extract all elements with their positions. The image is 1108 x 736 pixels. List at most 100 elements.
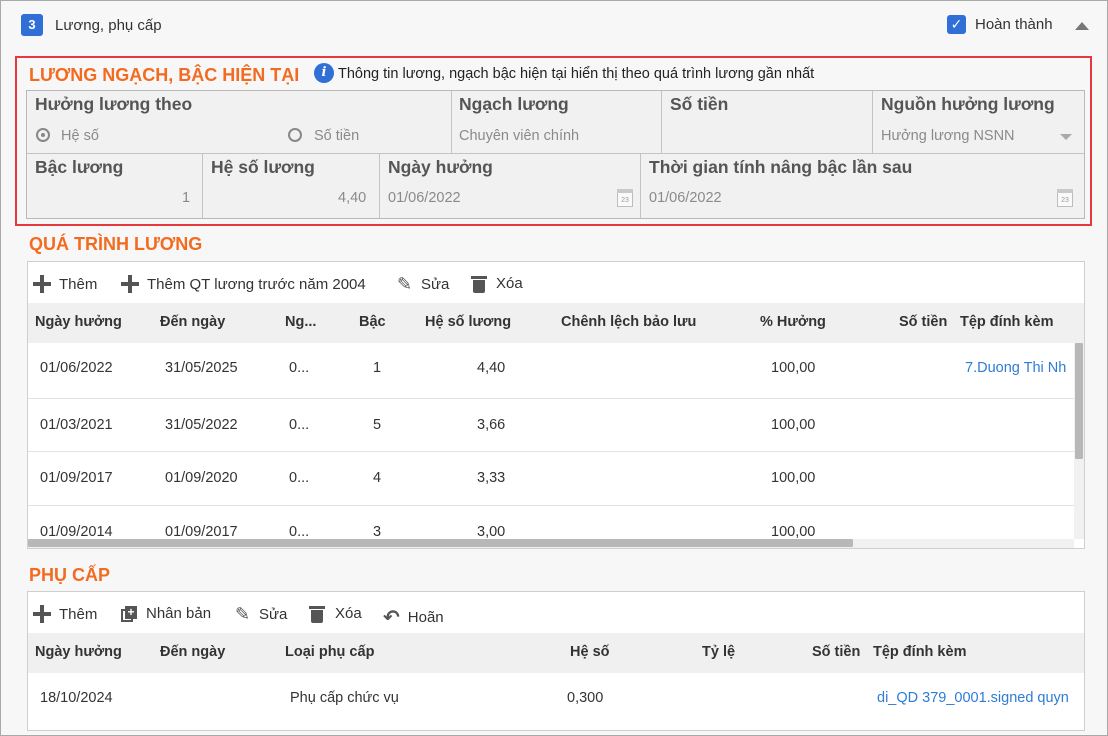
process-add-before-label: Thêm QT lương trước năm 2004 — [147, 275, 366, 293]
process-edit-button[interactable]: ✎ Sửa — [397, 275, 449, 293]
cell: 100,00 — [771, 524, 816, 539]
cell: Phụ cấp chức vụ — [290, 690, 399, 706]
radio-coefficient-label: Hệ số — [61, 128, 99, 144]
col-header[interactable]: Chênh lệch bảo lưu — [561, 314, 696, 330]
radio-amount[interactable] — [288, 128, 302, 142]
coef-field[interactable]: 4,40 — [338, 190, 366, 206]
col-header[interactable]: % Hưởng — [760, 314, 826, 330]
allowance-duplicate-button[interactable]: + Nhân bản — [121, 605, 211, 622]
cell: 01/09/2020 — [165, 470, 238, 486]
col-header[interactable]: Số tiền — [812, 644, 860, 660]
allowance-edit-button[interactable]: ✎ Sửa — [235, 605, 287, 623]
cell: 0... — [289, 470, 310, 486]
allowance-undo-label: Hoãn — [407, 609, 444, 626]
current-salary-heading: LƯƠNG NGẠCH, BẬC HIỆN TẠI — [29, 65, 300, 85]
allowance-add-label: Thêm — [59, 605, 98, 623]
chevron-down-icon[interactable] — [1060, 134, 1072, 140]
table-row[interactable]: 01/09/2014 01/09/2017 0... 3 3,00 100,00 — [28, 506, 1074, 539]
plus-icon — [33, 605, 51, 623]
table-row[interactable]: 18/10/2024 Phụ cấp chức vụ 0,300 di_QD 3… — [28, 673, 1084, 729]
coef-label: Hệ số lương — [211, 157, 315, 177]
date-field[interactable]: 01/06/2022 — [388, 190, 461, 206]
cell: 01/03/2021 — [40, 417, 113, 433]
rank-field[interactable]: Chuyên viên chính — [459, 128, 579, 144]
source-select[interactable]: Hưởng lương NSNN — [881, 128, 1015, 144]
cell: 0... — [289, 417, 310, 433]
cell: 01/06/2022 — [40, 360, 113, 376]
col-header[interactable]: Tệp đính kèm — [960, 314, 1053, 330]
section-title: Lương, phụ cấp — [55, 17, 162, 34]
trash-icon — [309, 605, 325, 623]
process-add-button[interactable]: Thêm — [33, 275, 97, 293]
horizontal-scroll-thumb[interactable] — [28, 539, 853, 547]
pencil-icon: ✎ — [397, 274, 413, 294]
complete-checkbox[interactable]: ✓ — [947, 15, 966, 34]
section-number-badge: 3 — [21, 14, 43, 36]
plus-icon — [121, 275, 139, 293]
allowance-duplicate-label: Nhân bản — [146, 605, 212, 622]
cell: 3,33 — [477, 470, 506, 486]
allowance-edit-label: Sửa — [259, 605, 288, 623]
cell: 3,00 — [477, 524, 506, 539]
rank-label: Ngạch lương — [459, 94, 569, 114]
col-header[interactable]: Loại phụ cấp — [285, 644, 374, 660]
col-header[interactable]: Hệ số lương — [425, 314, 511, 330]
attachment-link[interactable]: di_QD 379_0001.signed quyn — [877, 690, 1069, 706]
process-table-body: 01/06/2022 31/05/2025 0... 1 4,40 100,00… — [28, 343, 1074, 539]
next-raise-field[interactable]: 01/06/2022 — [649, 190, 722, 206]
vertical-scroll-thumb[interactable] — [1075, 343, 1083, 459]
col-header[interactable]: Đến ngày — [160, 644, 225, 660]
step-field[interactable]: 1 — [182, 190, 190, 206]
col-header[interactable]: Đến ngày — [160, 314, 225, 330]
process-edit-label: Sửa — [421, 275, 450, 293]
allowance-delete-label: Xóa — [335, 605, 362, 622]
table-row[interactable]: 01/09/2017 01/09/2020 0... 4 3,33 100,00 — [28, 452, 1074, 505]
duplicate-icon: + — [121, 605, 137, 622]
table-row[interactable]: 01/03/2021 31/05/2022 0... 5 3,66 100,00 — [28, 399, 1074, 452]
process-delete-label: Xóa — [496, 275, 523, 292]
col-header[interactable]: Tệp đính kèm — [873, 644, 966, 660]
cell: 100,00 — [771, 470, 816, 486]
cell: 18/10/2024 — [40, 690, 113, 706]
plus-icon — [33, 275, 51, 293]
cell: 31/05/2022 — [165, 417, 238, 433]
date-label: Ngày hưởng — [388, 157, 493, 177]
calendar-icon[interactable]: 23 — [617, 189, 633, 207]
amount-label: Số tiền — [670, 94, 729, 114]
table-row[interactable]: 01/06/2022 31/05/2025 0... 1 4,40 100,00… — [28, 343, 1074, 399]
complete-label: Hoàn thành — [975, 16, 1053, 33]
col-header[interactable]: Ngày hưởng — [35, 644, 122, 660]
salary-allowance-section: 3 Lương, phụ cấp ✓ Hoàn thành LƯƠNG NGẠC… — [0, 0, 1108, 736]
process-add-before-button[interactable]: Thêm QT lương trước năm 2004 — [121, 275, 366, 293]
step-label: Bậc lương — [35, 157, 124, 177]
col-header[interactable]: Bậc — [359, 314, 386, 330]
attachment-link[interactable]: 7.Duong Thi Nh — [965, 360, 1066, 376]
col-header[interactable]: Hệ số — [570, 644, 610, 660]
cell: 1 — [373, 360, 382, 376]
trash-icon — [471, 275, 487, 293]
col-header[interactable]: Tỷ lệ — [702, 644, 735, 660]
col-header[interactable]: Ng... — [285, 314, 316, 330]
cell: 3,66 — [477, 417, 506, 433]
radio-coefficient[interactable] — [36, 128, 50, 142]
calendar-icon[interactable]: 23 — [1057, 189, 1073, 207]
allowance-heading: PHỤ CẤP — [29, 565, 111, 585]
next-raise-label: Thời gian tính nâng bậc lần sau — [649, 157, 913, 177]
cell: 01/09/2017 — [40, 470, 113, 486]
process-add-label: Thêm — [59, 275, 98, 293]
allowance-delete-button[interactable]: Xóa — [309, 605, 362, 623]
info-icon: i — [314, 63, 334, 83]
col-header[interactable]: Ngày hưởng — [35, 314, 122, 330]
cell: 100,00 — [771, 360, 816, 376]
undo-icon: ↶ — [383, 607, 400, 629]
salary-by-label: Hưởng lương theo — [35, 94, 193, 114]
source-label: Nguồn hưởng lương — [881, 94, 1055, 114]
cell: 4,40 — [477, 360, 506, 376]
cell: 100,00 — [771, 417, 816, 433]
allowance-add-button[interactable]: Thêm — [33, 605, 97, 623]
allowance-undo-button[interactable]: ↶ Hoãn — [383, 605, 444, 630]
col-header[interactable]: Số tiền — [899, 314, 947, 330]
cell: 0... — [289, 360, 310, 376]
process-delete-button[interactable]: Xóa — [471, 275, 523, 293]
collapse-icon[interactable] — [1075, 22, 1089, 30]
